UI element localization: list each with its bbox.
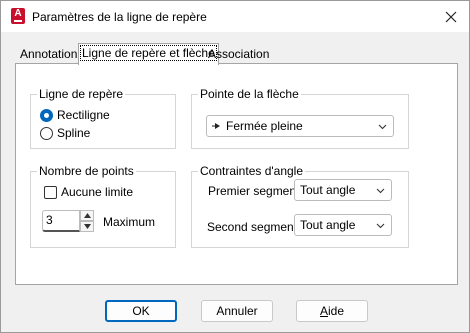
arrowhead-group: Pointe de la flèche Fermée pleine: [191, 87, 409, 149]
stepper-down-button[interactable]: [80, 221, 94, 232]
arrowhead-group-title: Pointe de la flèche: [198, 87, 301, 101]
dialog-window: A Paramètres de la ligne de repère Ligne…: [0, 0, 470, 333]
tab-annotation[interactable]: Annotation: [17, 46, 80, 64]
first-segment-label: Premier segment:: [208, 184, 303, 198]
angle-constraints-group-title: Contraintes d'angle: [198, 164, 306, 178]
triangle-down-icon: [83, 224, 91, 229]
radio-unselected-icon: [40, 126, 53, 140]
cancel-button[interactable]: Annuler: [201, 300, 273, 322]
title-bar: A Paramètres de la ligne de repère: [1, 1, 469, 32]
tab-association[interactable]: Association: [205, 46, 272, 64]
chevron-down-icon: [376, 223, 385, 229]
autocad-app-icon: A: [11, 8, 25, 24]
tab-panel: Ligne de repère Rectiligne Spline Pointe…: [15, 63, 458, 285]
ok-button[interactable]: OK: [105, 300, 177, 322]
tab-leader-and-arrow-label: Ligne de repère et flèche: [80, 45, 217, 61]
angle-constraints-group: Contraintes d'angle Premier segment: Tou…: [191, 164, 409, 248]
radio-straight-label: Rectiligne: [57, 108, 110, 122]
first-segment-select[interactable]: Tout angle: [294, 179, 392, 201]
first-segment-value: Tout angle: [300, 183, 356, 197]
tab-leader-and-arrow[interactable]: Ligne de repère et flèche: [78, 43, 219, 65]
no-limit-checkbox[interactable]: Aucune limite: [44, 185, 133, 199]
app-icon-letter: A: [14, 8, 22, 19]
leader-line-group-title: Ligne de repère: [37, 87, 126, 101]
maximum-points-input[interactable]: 3: [42, 210, 80, 232]
maximum-points-stepper[interactable]: 3: [42, 210, 94, 232]
window-title: Paramètres de la ligne de repère: [32, 10, 207, 24]
checkbox-unchecked-icon: [44, 185, 57, 199]
second-segment-value: Tout angle: [300, 218, 356, 232]
second-segment-label: Second segment:: [207, 220, 301, 234]
stepper-up-button[interactable]: [80, 210, 94, 221]
number-of-points-group: Nombre de points Aucune limite 3 Maximum: [30, 164, 176, 248]
arrowhead-select[interactable]: Fermée pleine: [206, 115, 394, 137]
close-icon: [445, 11, 457, 23]
second-segment-select[interactable]: Tout angle: [294, 214, 392, 236]
radio-spline[interactable]: Spline: [40, 126, 90, 140]
no-limit-label: Aucune limite: [61, 185, 134, 199]
maximum-label: Maximum: [103, 215, 156, 229]
arrowhead-select-value: Fermée pleine: [226, 119, 303, 133]
number-of-points-group-title: Nombre de points: [37, 164, 136, 178]
help-button[interactable]: Aide: [296, 300, 368, 322]
chevron-down-icon: [376, 188, 385, 194]
radio-selected-icon: [40, 108, 53, 122]
chevron-down-icon: [378, 124, 387, 130]
radio-straight[interactable]: Rectiligne: [40, 108, 110, 122]
arrowhead-preview-icon: [212, 123, 220, 129]
close-button[interactable]: [441, 7, 461, 27]
leader-line-group: Ligne de repère Rectiligne Spline: [30, 87, 176, 149]
triangle-up-icon: [83, 213, 91, 218]
radio-spline-label: Spline: [57, 126, 91, 140]
